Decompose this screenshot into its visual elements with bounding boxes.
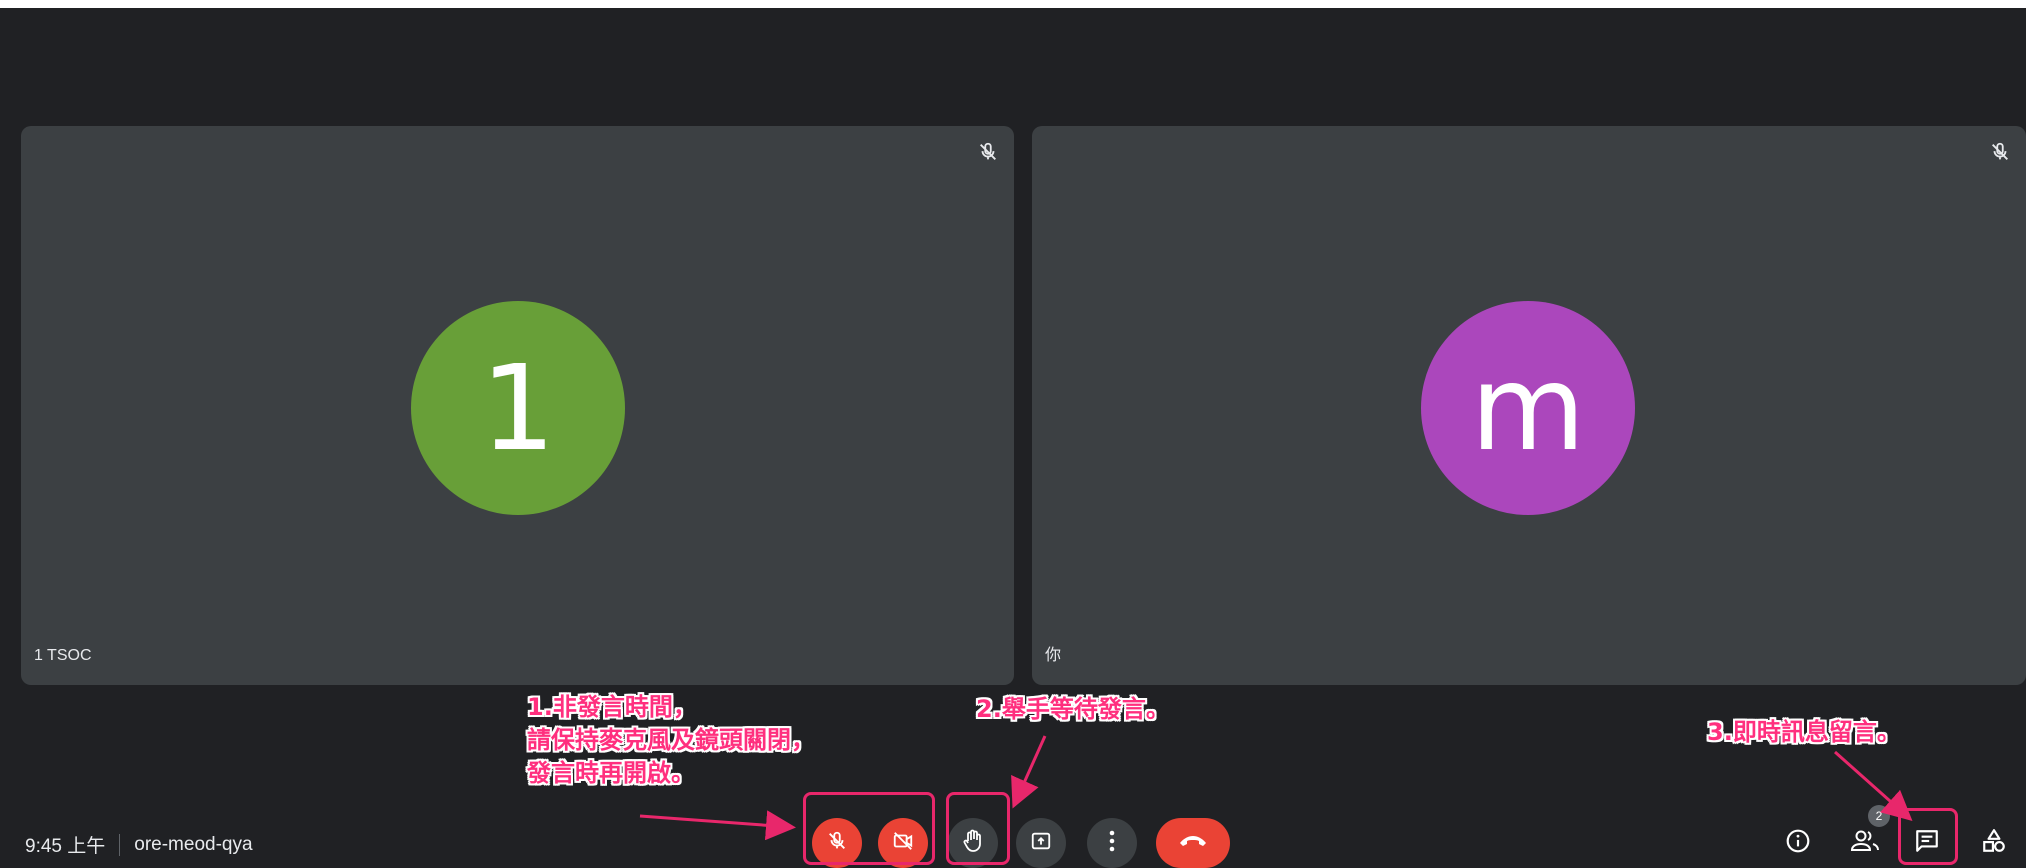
- annotation-note-2: 2.舉手等待發言。: [976, 693, 1170, 726]
- annotation-note-3: 3.即時訊息留言。: [1707, 716, 1901, 749]
- note-2-text: 2.舉手等待發言。: [976, 695, 1170, 723]
- arrow-to-mic: [639, 810, 796, 841]
- note-1-line-2: 請保持麥克風及鏡頭關閉，: [527, 726, 815, 754]
- arrow-to-chat: [1834, 750, 1913, 821]
- note-3-text: 3.即時訊息留言。: [1707, 718, 1901, 746]
- note-1-line-1: 1.非發言時間，: [527, 693, 697, 721]
- arrow-to-hand: [1011, 735, 1047, 809]
- annotation-note-1: 1.非發言時間， 請保持麥克風及鏡頭關閉， 發言時再開啟。: [527, 691, 815, 790]
- note-1-line-3: 發言時再開啟。: [527, 759, 695, 787]
